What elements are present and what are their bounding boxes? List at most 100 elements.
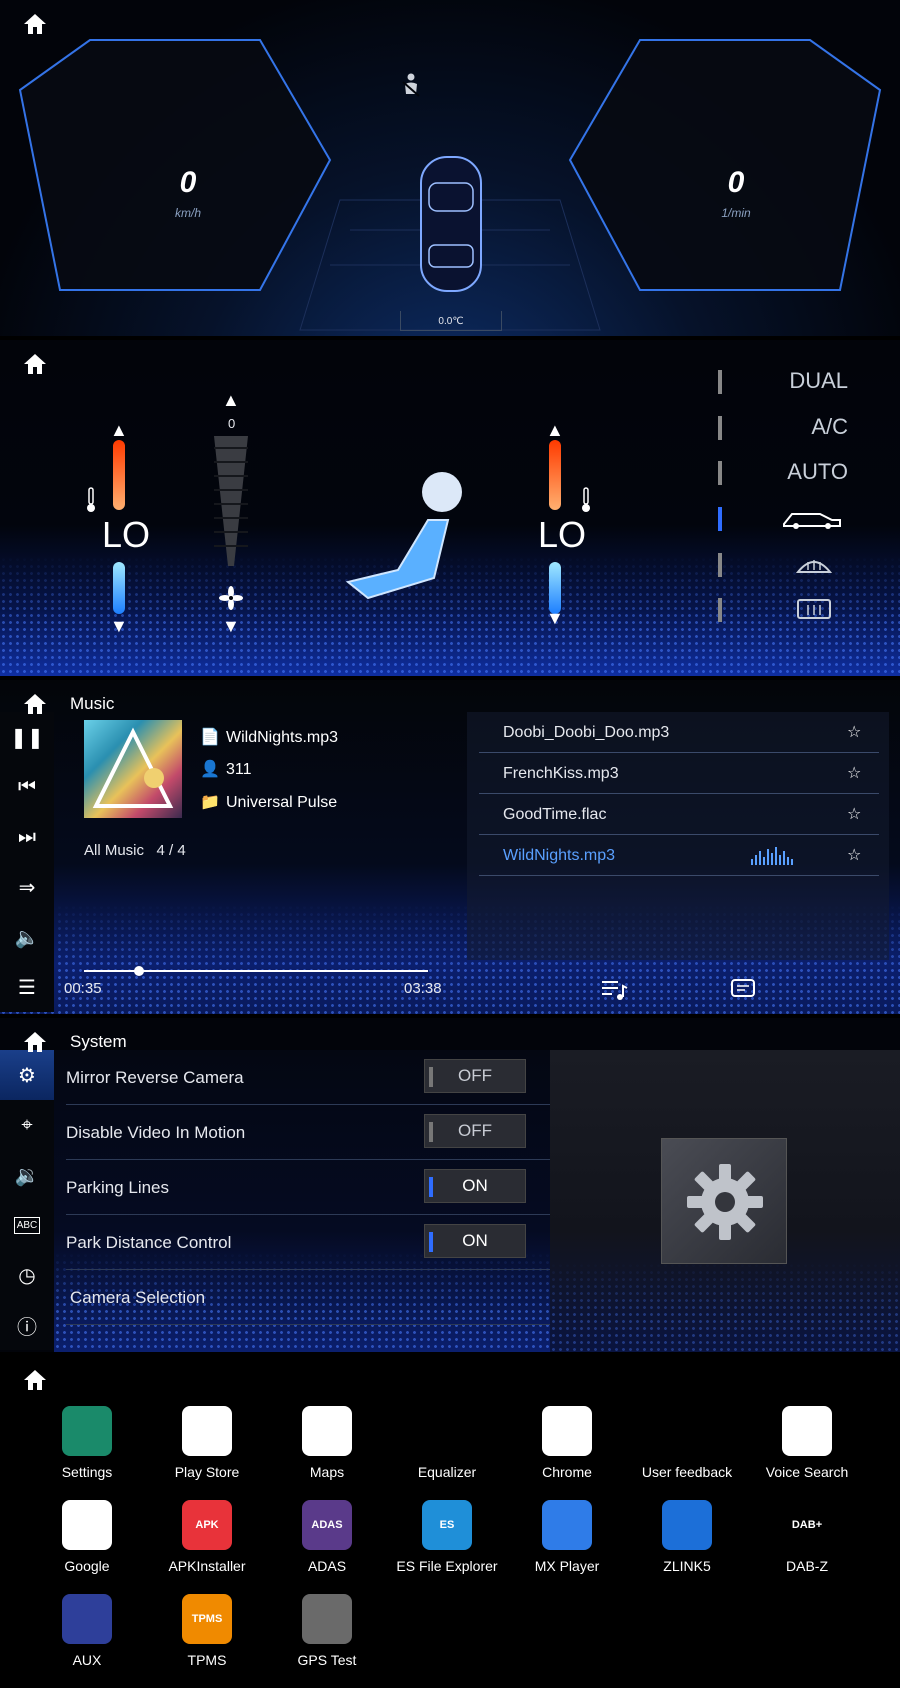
app-label: APKInstaller <box>168 1558 246 1574</box>
sound-settings-button[interactable]: 🔈 <box>0 912 54 962</box>
seatbelt-warning-icon <box>402 73 420 97</box>
setting-camera-selection[interactable]: Camera Selection <box>66 1270 550 1325</box>
fan-up-button[interactable]: ▲ <box>222 390 240 411</box>
app-launcher-panel: Settings Play Store Maps Equalizer Chrome Use… <box>0 1356 900 1688</box>
sidebar-item-info[interactable]: ⓘ <box>0 1300 54 1350</box>
right-heat-bar <box>549 440 561 510</box>
recirculation-button[interactable] <box>718 497 854 539</box>
app-maps[interactable]: Maps <box>267 1406 387 1480</box>
playlist-info: All Music 4 / 4 <box>84 842 186 859</box>
dual-button[interactable]: DUAL <box>718 360 854 402</box>
app-dab-radio[interactable]: DAB+ DAB-Z <box>747 1500 867 1574</box>
repeat-mode-button[interactable]: ⇒ <box>0 862 54 912</box>
setting-park-distance-control[interactable]: Park Distance Control ON <box>66 1215 550 1270</box>
app-gps-test[interactable]: GPS Test <box>267 1594 387 1668</box>
app-es-file-explorer[interactable]: ES ES File Explorer <box>387 1500 507 1574</box>
right-temp-up-button[interactable]: ▲ <box>546 420 564 441</box>
app-tpms[interactable]: TPMS TPMS <box>147 1594 267 1668</box>
app-google[interactable]: Google <box>27 1500 147 1574</box>
star-icon[interactable]: ☆ <box>847 712 867 753</box>
app-voice-search[interactable]: Voice Search <box>747 1406 867 1480</box>
rear-defrost-button[interactable] <box>718 588 854 630</box>
rpm-unit: 1/min <box>721 206 751 220</box>
speaker-gear-icon: 🔈 <box>14 926 40 949</box>
home-icon[interactable] <box>22 12 48 36</box>
app-user-feedback[interactable]: User feedback <box>627 1406 747 1480</box>
app-aux[interactable]: AUX <box>27 1594 147 1668</box>
mirror-reverse-camera-toggle[interactable]: OFF <box>424 1059 526 1093</box>
pause-button[interactable]: ❚❚ <box>0 712 54 762</box>
app-mx-player[interactable]: MX Player <box>507 1500 627 1574</box>
page-title: System <box>70 1032 127 1051</box>
sidebar-item-language[interactable]: ABC <box>0 1200 54 1250</box>
list-item[interactable]: GoodTime.flac ☆ <box>479 794 879 835</box>
settings-icon <box>62 1406 112 1456</box>
park-distance-toggle[interactable]: ON <box>424 1224 526 1258</box>
left-temp-up-button[interactable]: ▲ <box>110 420 128 441</box>
list-item[interactable]: Doobi_Doobi_Doo.mp3 ☆ <box>479 712 879 753</box>
info-icon: ⓘ <box>17 1316 37 1339</box>
seat-airflow-icon[interactable] <box>338 470 478 602</box>
setting-mirror-reverse-camera[interactable]: Mirror Reverse Camera OFF <box>66 1050 550 1105</box>
app-chrome[interactable]: Chrome <box>507 1406 627 1480</box>
mx-player-icon <box>542 1500 592 1550</box>
adas-icon: ADAS <box>302 1500 352 1550</box>
star-icon[interactable]: ☆ <box>847 753 867 794</box>
app-zlink5[interactable]: ZLINK5 <box>627 1500 747 1574</box>
maps-icon <box>302 1406 352 1456</box>
star-icon[interactable]: ☆ <box>847 835 867 876</box>
playlist-music-icon[interactable] <box>600 978 628 1002</box>
folder-icon: 📁 <box>200 794 220 811</box>
pause-icon: ❚❚ <box>10 726 44 749</box>
progress-bar[interactable] <box>84 966 428 976</box>
disable-video-toggle[interactable]: OFF <box>424 1114 526 1148</box>
front-defrost-button[interactable] <box>718 543 854 585</box>
sidebar-item-navigation[interactable]: ⌖ <box>0 1100 54 1150</box>
equalizer-icon <box>422 1406 472 1456</box>
location-pin-icon: ⌖ <box>21 1113 33 1136</box>
app-label: TPMS <box>187 1652 227 1668</box>
home-icon[interactable] <box>22 352 48 376</box>
equalizer-bars-icon <box>751 847 793 865</box>
sidebar-item-sound[interactable]: 🔉 <box>0 1150 54 1200</box>
previous-button[interactable]: ⏮ <box>0 762 54 812</box>
star-icon[interactable]: ☆ <box>847 794 867 835</box>
auto-button[interactable]: AUTO <box>718 451 854 493</box>
app-play-store[interactable]: Play Store <box>147 1406 267 1480</box>
ac-button[interactable]: A/C <box>718 406 854 448</box>
sidebar-item-general[interactable]: ⚙ <box>0 1050 54 1100</box>
app-adas[interactable]: ADAS ADAS <box>267 1500 387 1574</box>
app-label: Google <box>64 1558 110 1574</box>
fan-down-button[interactable]: ▼ <box>222 616 240 637</box>
app-apk-installer[interactable]: APK APKInstaller <box>147 1500 267 1574</box>
list-item[interactable]: FrenchKiss.mp3 ☆ <box>479 753 879 794</box>
left-thermometer-icon <box>87 487 95 512</box>
app-badge: DAB+ <box>791 1519 823 1531</box>
left-temp-down-button[interactable]: ▼ <box>110 616 128 637</box>
home-icon[interactable] <box>22 692 48 716</box>
next-button[interactable]: ⏭ <box>0 812 54 862</box>
chrome-icon <box>542 1406 592 1456</box>
home-icon[interactable] <box>22 1368 48 1392</box>
zlink5-icon <box>662 1500 712 1550</box>
setting-disable-video-in-motion[interactable]: Disable Video In Motion OFF <box>66 1105 550 1160</box>
rpm-gauge: 0 1/min <box>616 166 856 220</box>
sidebar-item-time[interactable]: ◷ <box>0 1250 54 1300</box>
home-icon[interactable] <box>22 1030 48 1054</box>
progress-knob[interactable] <box>134 966 145 976</box>
setting-parking-lines[interactable]: Parking Lines ON <box>66 1160 550 1215</box>
app-label: User feedback <box>641 1464 733 1480</box>
app-settings[interactable]: Settings <box>27 1406 147 1480</box>
app-badge: ES <box>439 1519 455 1531</box>
parking-lines-toggle[interactable]: ON <box>424 1169 526 1203</box>
app-equalizer[interactable]: Equalizer <box>387 1406 507 1480</box>
list-item[interactable]: WildNights.mp3 ☆ <box>479 835 879 876</box>
right-temp-down-button[interactable]: ▼ <box>546 608 564 629</box>
dab-radio-icon: DAB+ <box>782 1500 832 1550</box>
sequential-icon: ⇒ <box>18 876 36 899</box>
next-icon: ⏭ <box>18 825 36 848</box>
clock-icon: ◷ <box>18 1264 36 1287</box>
playlist-button[interactable]: ☰ <box>0 962 54 1012</box>
app-badge: TPMS <box>191 1613 223 1625</box>
lyrics-icon[interactable] <box>730 978 756 1002</box>
